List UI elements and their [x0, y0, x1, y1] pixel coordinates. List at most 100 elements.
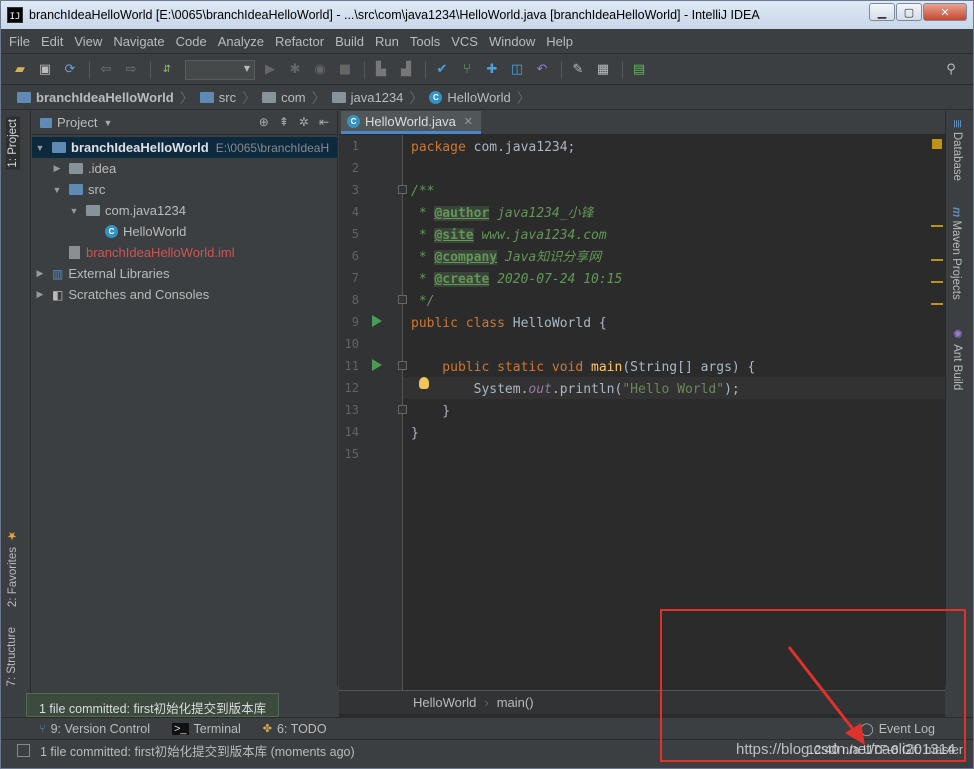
code-line-8: */: [411, 294, 435, 309]
open-folder-icon[interactable]: ▰: [9, 59, 31, 81]
minimize-button[interactable]: ▁: [869, 3, 895, 21]
intellij-app-icon: IJ: [7, 7, 23, 23]
tree-item-external-libraries[interactable]: ▶ ▥ External Libraries: [32, 263, 337, 284]
project-structure-icon[interactable]: ▦: [592, 59, 614, 81]
tool-tab-todo[interactable]: ✤ 6: TODO: [263, 722, 327, 736]
close-button[interactable]: ✕: [923, 3, 967, 21]
gear-icon[interactable]: ✲: [299, 115, 309, 129]
run-main-icon[interactable]: [372, 359, 382, 371]
back-icon[interactable]: ⇦: [95, 59, 117, 81]
coverage-icon[interactable]: ◉: [309, 59, 331, 81]
class-icon: C: [347, 114, 360, 128]
tool-tab-maven[interactable]: m Maven Projects: [950, 207, 962, 300]
vcs-commit-icon[interactable]: ▟: [395, 59, 417, 81]
error-stripe[interactable]: [931, 135, 945, 690]
version-control-icon: ⑂: [39, 722, 46, 735]
maximize-button[interactable]: ▢: [896, 3, 922, 21]
commit-notification-balloon[interactable]: 1 file committed: first初始化提交到版本库: [26, 693, 280, 717]
menu-help[interactable]: Help: [546, 34, 573, 49]
run-icon[interactable]: ▶: [259, 59, 281, 81]
tool-tab-ant[interactable]: ✺ Ant Build: [950, 327, 964, 390]
tool-tab-event-log[interactable]: ◯ Event Log: [860, 721, 935, 737]
status-message[interactable]: 1 file committed: first初始化提交到版本库 (moment…: [40, 741, 355, 760]
library-icon: ▥: [52, 266, 64, 281]
git-merge-icon[interactable]: ✚: [481, 59, 503, 81]
code-line-12: System.out.println("Hello World");: [411, 382, 740, 397]
collapse-all-icon[interactable]: ⇞: [279, 115, 289, 129]
tool-tab-database[interactable]: ≣ Database: [950, 119, 964, 181]
menu-edit[interactable]: Edit: [41, 34, 63, 49]
breadcrumb-project[interactable]: branchIdeaHelloWorld 〉: [17, 88, 200, 108]
crumb-class[interactable]: HelloWorld: [413, 695, 476, 710]
folder-icon: [69, 163, 83, 174]
fold-marker-icon[interactable]: [398, 405, 407, 414]
menu-build[interactable]: Build: [335, 34, 364, 49]
tool-tab-terminal[interactable]: >_ Terminal: [171, 722, 241, 736]
build-project-icon[interactable]: ⇵: [156, 59, 178, 81]
locate-file-icon[interactable]: ⊕: [259, 115, 269, 129]
tree-item-helloworld[interactable]: C HelloWorld: [32, 221, 337, 242]
status-right-widgets[interactable]: 12:40 n/a UTF-8 Git: master: [807, 743, 963, 757]
save-all-icon[interactable]: ▣: [34, 59, 56, 81]
chevron-down-icon: ▼: [103, 117, 113, 128]
sdk-icon[interactable]: ▤: [628, 59, 650, 81]
ant-icon: ✺: [951, 327, 963, 341]
tree-item-scratches[interactable]: ▶ ◧ Scratches and Consoles: [32, 284, 337, 305]
git-revert-icon[interactable]: ↶: [531, 59, 553, 81]
breadcrumb-com[interactable]: com 〉: [262, 88, 332, 108]
code-line-14: }: [411, 426, 419, 441]
project-view-select[interactable]: Project: [57, 115, 97, 130]
git-history-icon[interactable]: ◫: [506, 59, 528, 81]
tool-tab-version-control[interactable]: ⑂ 9: Version Control: [39, 722, 150, 736]
menu-refactor[interactable]: Refactor: [275, 34, 324, 49]
menu-navigate[interactable]: Navigate: [113, 34, 164, 49]
fold-marker-icon[interactable]: [398, 295, 407, 304]
tree-item-iml[interactable]: branchIdeaHelloWorld.iml: [32, 242, 337, 263]
menu-view[interactable]: View: [74, 34, 102, 49]
terminal-icon: >_: [171, 722, 189, 735]
run-configuration-select[interactable]: [185, 59, 255, 80]
menu-vcs[interactable]: VCS: [451, 34, 478, 49]
project-panel-header: Project ▼ ⊕ ⇞ ✲ ⇤: [32, 111, 337, 135]
tool-tab-structure[interactable]: 7: Structure: [6, 627, 18, 686]
fold-marker-icon[interactable]: [398, 185, 407, 194]
editor-tab-helloworld[interactable]: C HelloWorld.java ✕: [341, 111, 482, 134]
status-indicator-icon: [932, 139, 942, 149]
menu-tools[interactable]: Tools: [410, 34, 440, 49]
stop-icon[interactable]: ■: [334, 59, 356, 81]
breadcrumb-helloworld[interactable]: C HelloWorld 〉: [429, 88, 536, 108]
crumb-method[interactable]: main(): [497, 695, 534, 710]
forward-icon[interactable]: ⇨: [120, 59, 142, 81]
code-editor[interactable]: package com.java1234; /** * @author java…: [411, 135, 931, 690]
tree-item-project-root[interactable]: ▼ branchIdeaHelloWorld E:\0065\branchIdea…: [32, 137, 337, 158]
search-everywhere-icon[interactable]: ⚲: [940, 59, 962, 81]
settings-icon[interactable]: ✎: [567, 59, 589, 81]
source-folder-icon: [69, 184, 83, 195]
code-line-4: * @author java1234_小锋: [411, 206, 594, 221]
tree-item-package[interactable]: ▼ com.java1234: [32, 200, 337, 221]
fold-marker-icon[interactable]: [398, 361, 407, 370]
vcs-update-icon[interactable]: ▙: [370, 59, 392, 81]
debug-icon[interactable]: ✱: [284, 59, 306, 81]
sync-icon[interactable]: ⟳: [59, 59, 81, 81]
tree-item-idea[interactable]: ▶ .idea: [32, 158, 337, 179]
close-tab-icon[interactable]: ✕: [464, 115, 473, 128]
run-class-icon[interactable]: [372, 315, 382, 327]
menu-window[interactable]: Window: [489, 34, 535, 49]
git-branch-icon[interactable]: ⑂: [456, 59, 478, 81]
menu-analyze[interactable]: Analyze: [218, 34, 264, 49]
breadcrumb-src[interactable]: src 〉: [199, 88, 262, 108]
toggle-tool-windows-icon[interactable]: [17, 744, 30, 757]
tool-tab-favorites[interactable]: 2: Favorites ★: [6, 529, 20, 607]
git-pull-icon[interactable]: ✔: [431, 59, 453, 81]
maven-icon: m: [950, 207, 962, 218]
tree-item-src[interactable]: ▼ src: [32, 179, 337, 200]
menu-run[interactable]: Run: [375, 34, 399, 49]
editor-tab-bar: C HelloWorld.java ✕: [339, 111, 945, 135]
code-line-6: * @company Java知识分享网: [411, 250, 602, 265]
breadcrumb-java1234[interactable]: java1234 〉: [331, 88, 430, 108]
menu-code[interactable]: Code: [176, 34, 207, 49]
hide-panel-icon[interactable]: ⇤: [319, 115, 329, 129]
menu-file[interactable]: File: [9, 34, 30, 49]
tool-tab-project[interactable]: 1: Project: [6, 117, 20, 170]
